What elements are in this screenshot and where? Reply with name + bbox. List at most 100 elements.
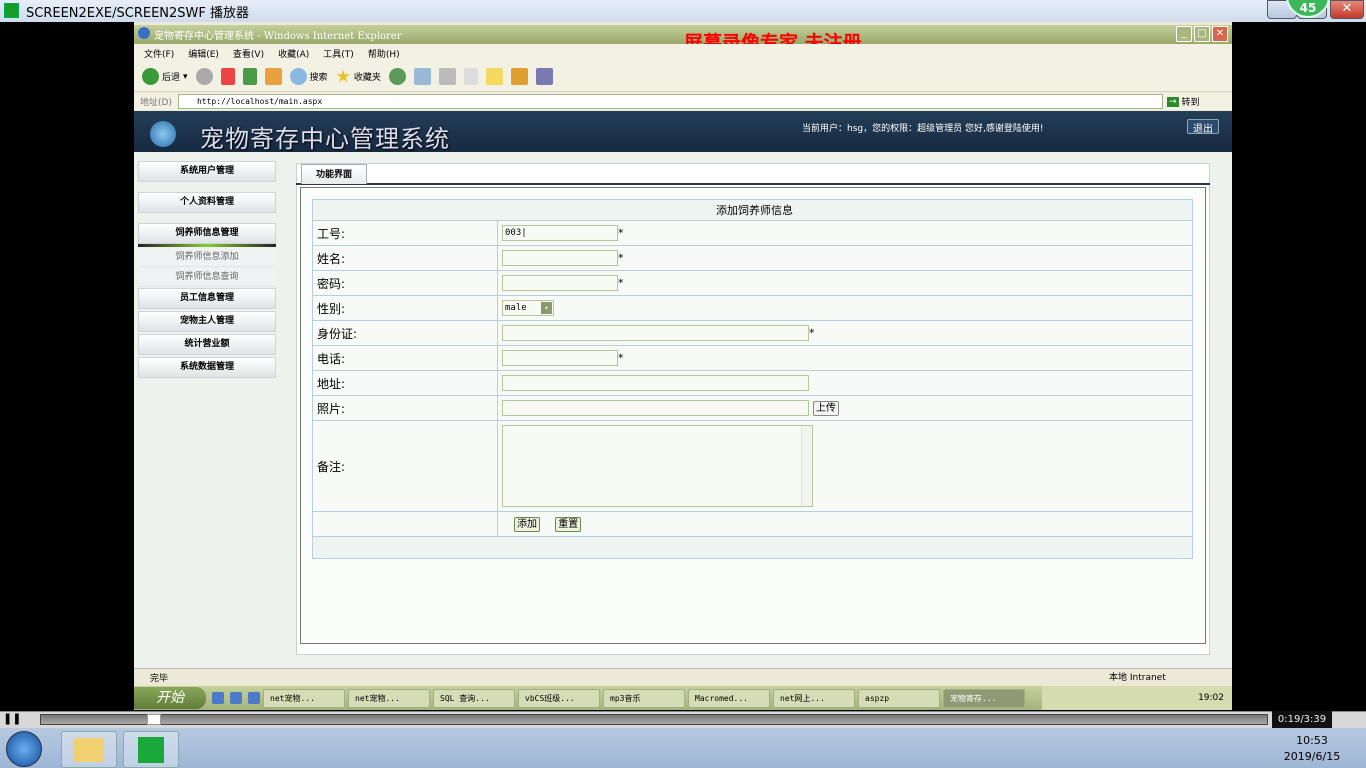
player-logo-icon xyxy=(4,3,19,18)
add-button[interactable]: 添加 xyxy=(514,517,540,532)
windows-taskbar xyxy=(0,728,1366,768)
recorded-screen: 宠物寄存中心管理系统 - Windows Internet Explorer 屏… xyxy=(134,22,1232,710)
upload-button[interactable]: 上传 xyxy=(812,401,839,417)
address-label: 地址: xyxy=(312,370,498,396)
print-icon[interactable] xyxy=(438,68,456,85)
ie-close-button[interactable]: ✕ xyxy=(1212,26,1228,42)
address-field[interactable] xyxy=(502,375,809,391)
taskbar-item[interactable]: net网上... xyxy=(773,688,855,708)
taskbar-item[interactable]: Macromed... xyxy=(688,688,770,708)
ie-icon xyxy=(138,27,150,39)
id-input[interactable]: 003| xyxy=(502,225,618,241)
windows-start-button[interactable] xyxy=(6,731,42,767)
app-name: 宠物寄存中心管理系统 xyxy=(200,125,450,153)
go-button[interactable]: 转到 xyxy=(1182,95,1200,108)
taskbar-item[interactable]: vbCS班级... xyxy=(518,688,600,708)
sidebar-item-revenue[interactable]: 统计营业额 xyxy=(138,334,276,355)
stop-icon[interactable] xyxy=(220,68,235,85)
scrollbar[interactable] xyxy=(801,426,812,506)
gender-select[interactable]: male ▾ xyxy=(502,300,554,316)
taskbar-item[interactable]: mp3音乐 xyxy=(603,688,685,708)
ie-maximize-button[interactable]: □ xyxy=(1194,26,1210,42)
ie-quicklaunch-icon[interactable] xyxy=(212,692,224,704)
go-arrow-icon[interactable]: → xyxy=(1166,96,1179,107)
name-label: 姓名: xyxy=(312,245,498,271)
close-button[interactable]: ✕ xyxy=(1330,0,1364,19)
home-icon[interactable] xyxy=(264,68,282,85)
playback-time: 0:19/3:39 xyxy=(1272,711,1332,728)
ie-status-bar: 完毕 xyxy=(134,668,1232,685)
remark-textarea[interactable] xyxy=(502,425,813,507)
sidebar-item-staff[interactable]: 员工信息管理 xyxy=(138,288,276,309)
photo-input[interactable] xyxy=(502,399,809,416)
sidebar-item-keeper[interactable]: 饲养师信息管理 xyxy=(138,223,276,244)
app-header: 宠物寄存中心管理系统 当前用户：hsg，您的权限：超级管理员 您好,感谢登陆使用… xyxy=(134,111,1232,153)
menu-edit[interactable]: 编辑(E) xyxy=(188,47,219,60)
player-app-icon xyxy=(138,737,164,763)
web-page: 宠物寄存中心管理系统 当前用户：hsg，您的权限：超级管理员 您好,感谢登陆使用… xyxy=(134,111,1232,668)
quicklaunch-icon[interactable] xyxy=(230,692,242,704)
password-input[interactable] xyxy=(502,275,618,291)
name-input[interactable] xyxy=(502,250,618,266)
security-zone: 本地 Intranet xyxy=(1109,673,1166,683)
taskbar-item[interactable]: net宠物... xyxy=(348,688,430,708)
address-value: http://localhost/main.aspx xyxy=(196,97,323,106)
taskbar-item[interactable]: net宠物... xyxy=(263,688,345,708)
taskbar-item[interactable]: aspzp xyxy=(858,688,940,708)
form-title: 添加饲养师信息 xyxy=(312,199,1193,221)
back-button[interactable]: 后退 ▾ xyxy=(142,68,188,85)
system-clock[interactable]: 10:53 2019/6/15 xyxy=(1270,733,1354,765)
player-taskbar-icon[interactable] xyxy=(123,731,179,768)
search-icon xyxy=(289,68,307,85)
refresh-icon[interactable] xyxy=(242,68,257,85)
explorer-taskbar-icon[interactable] xyxy=(61,731,117,768)
quicklaunch-icon[interactable] xyxy=(248,692,260,704)
messenger-icon[interactable] xyxy=(510,68,528,85)
ie-title: 宠物寄存中心管理系统 - Windows Internet Explorer xyxy=(154,31,402,42)
sidebar-item-system-users[interactable]: 系统用户管理 xyxy=(138,161,276,182)
favorites-button[interactable]: ★ 收藏夹 xyxy=(336,67,381,87)
menu-favorites[interactable]: 收藏(A) xyxy=(278,47,309,60)
seek-bar[interactable] xyxy=(40,714,1268,725)
xp-taskbar: 开始 net宠物... net宠物... SQL 查询... vbCS班级...… xyxy=(134,686,1232,710)
idcard-input[interactable] xyxy=(502,325,809,341)
menu-file[interactable]: 文件(F) xyxy=(144,47,174,60)
sidebar-item-pet-owner[interactable]: 宠物主人管理 xyxy=(138,311,276,332)
chevron-down-icon: ▾ xyxy=(541,302,552,314)
xp-start-button[interactable]: 开始 xyxy=(134,687,206,709)
mail-icon[interactable] xyxy=(413,68,431,85)
required-mark: * xyxy=(618,351,624,365)
tab-function[interactable]: 功能界面 xyxy=(301,164,367,184)
logout-button[interactable]: 退出 xyxy=(1187,119,1219,135)
pause-icon[interactable]: ❚❚ xyxy=(0,712,21,725)
gender-label: 性别: xyxy=(312,295,498,321)
taskbar-item-active[interactable]: 宠物寄存... xyxy=(943,688,1025,708)
reset-button[interactable]: 重置 xyxy=(555,517,582,532)
sidebar-item-profile[interactable]: 个人资料管理 xyxy=(138,192,276,213)
id-label: 工号: xyxy=(312,220,498,246)
submenu-keeper-add[interactable]: 饲养师信息添加 xyxy=(138,247,276,267)
phone-input[interactable] xyxy=(502,350,618,366)
required-mark: * xyxy=(618,276,624,290)
address-input[interactable]: http://localhost/main.aspx xyxy=(177,94,1163,109)
edit-icon[interactable] xyxy=(463,68,478,85)
forward-icon[interactable] xyxy=(195,68,213,85)
research-icon[interactable] xyxy=(535,68,553,85)
seek-handle[interactable] xyxy=(146,714,161,725)
taskbar-item[interactable]: SQL 查询... xyxy=(433,688,515,708)
player-title-bar: SCREEN2EXE/SCREEN2SWF 播放器 xyxy=(0,0,1366,22)
menu-view[interactable]: 查看(V) xyxy=(233,47,264,60)
form-footer xyxy=(312,536,1193,559)
ie-minimize-button[interactable]: _ xyxy=(1176,26,1192,42)
note-icon[interactable] xyxy=(485,68,503,85)
menu-tools[interactable]: 工具(T) xyxy=(323,47,354,60)
gender-value: male xyxy=(505,303,527,313)
submenu-keeper-query[interactable]: 饲养师信息查询 xyxy=(138,267,276,287)
search-button[interactable]: 搜索 xyxy=(289,68,328,85)
history-icon[interactable] xyxy=(388,68,406,85)
clock-time: 10:53 xyxy=(1296,734,1328,747)
sidebar-item-data[interactable]: 系统数据管理 xyxy=(138,357,276,378)
menu-help[interactable]: 帮助(H) xyxy=(368,47,400,60)
password-label: 密码: xyxy=(312,270,498,296)
address-label: 地址(D) xyxy=(140,98,172,108)
